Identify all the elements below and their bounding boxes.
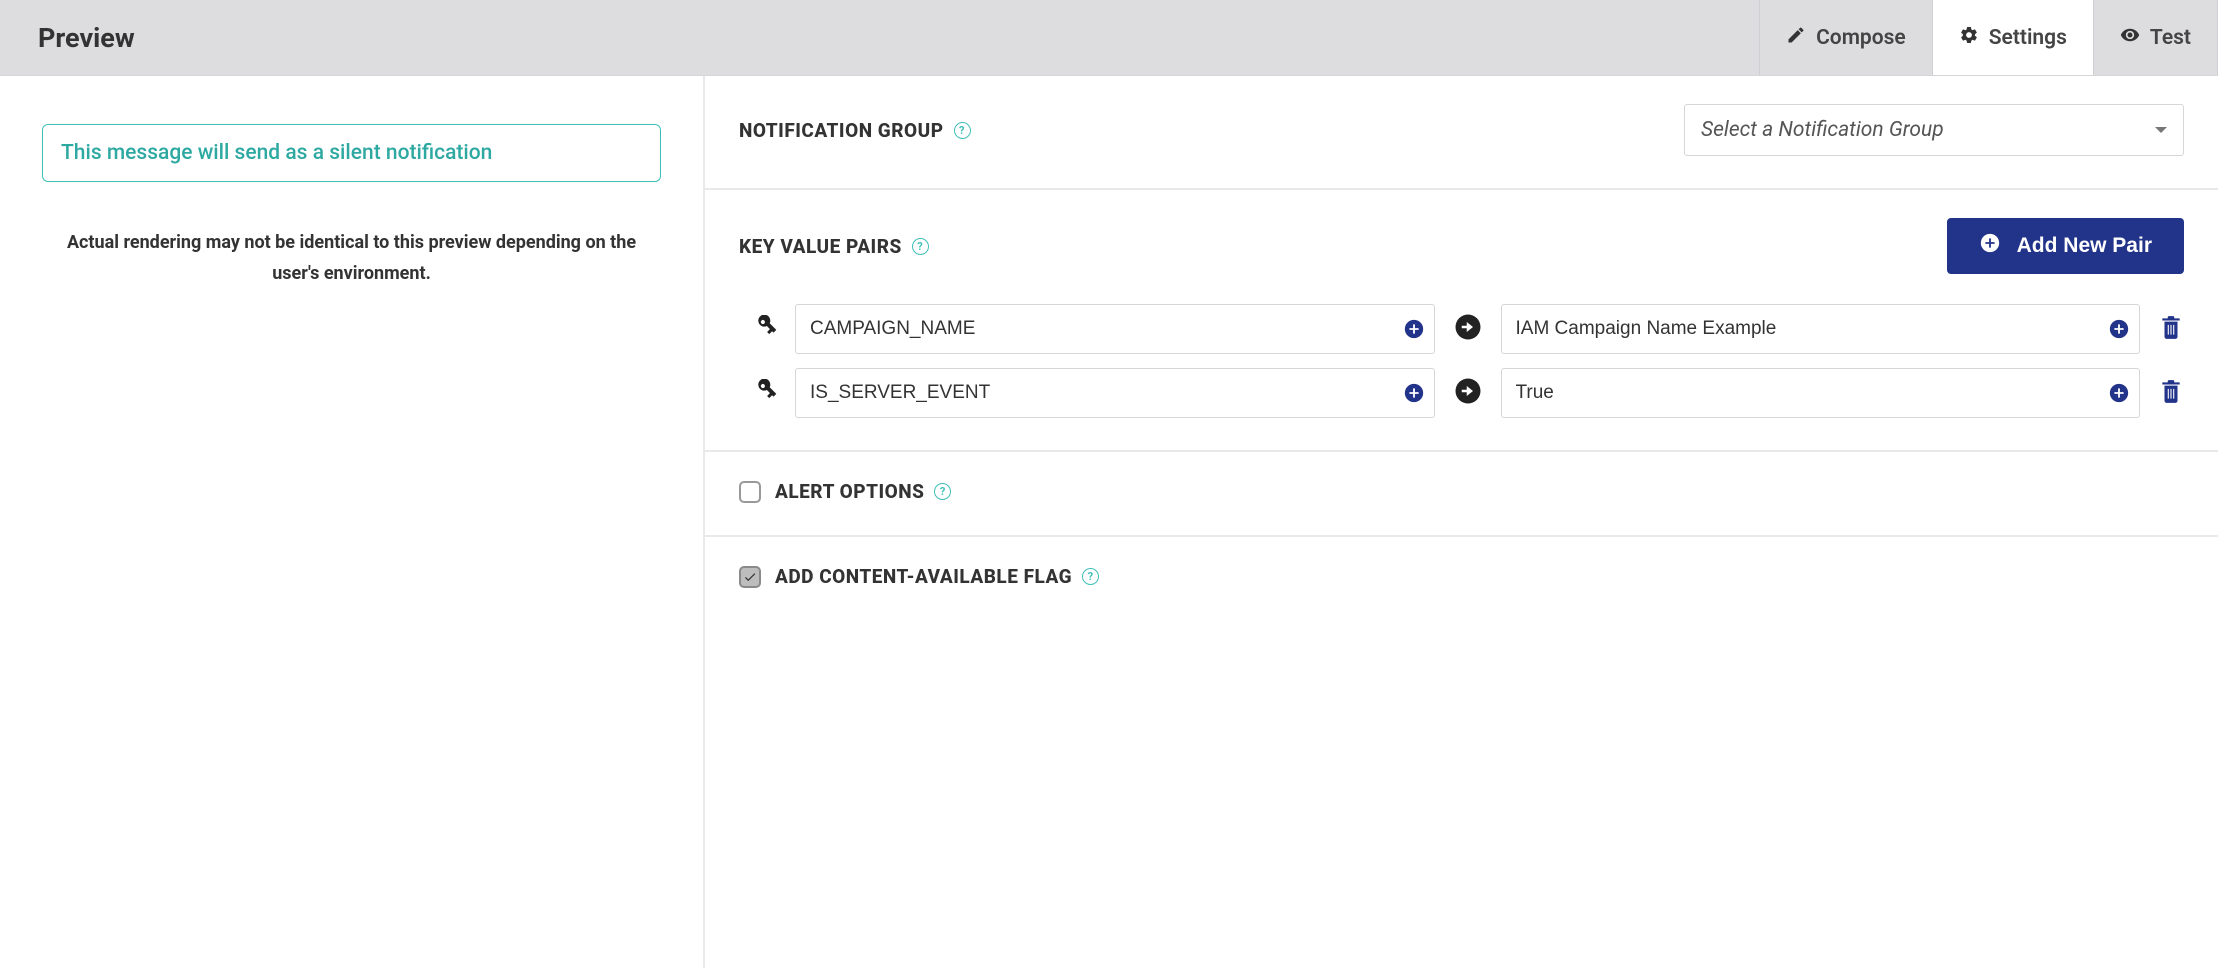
page-title: Preview: [0, 0, 1760, 75]
kvp-row: [739, 304, 2184, 354]
notification-group-select[interactable]: Select a Notification Group: [1684, 104, 2184, 156]
delete-pair-button[interactable]: [2158, 313, 2184, 345]
alert-options-checkbox[interactable]: [739, 481, 761, 503]
help-icon[interactable]: ?: [934, 483, 951, 500]
kvp-row: [739, 368, 2184, 418]
preview-panel: This message will send as a silent notif…: [0, 76, 705, 968]
help-icon[interactable]: ?: [912, 238, 929, 255]
topbar: Preview Compose Settings Test: [0, 0, 2218, 76]
content-available-label: ADD CONTENT-AVAILABLE FLAG ?: [775, 565, 1099, 588]
plus-circle-icon: [1979, 232, 2001, 260]
help-icon[interactable]: ?: [1082, 568, 1099, 585]
kvp-label: KEY VALUE PAIRS ?: [739, 235, 929, 258]
gear-icon: [1959, 25, 1979, 51]
plus-circle-icon[interactable]: [1403, 318, 1425, 340]
alert-options-section: ALERT OPTIONS ?: [705, 452, 2218, 537]
plus-circle-icon[interactable]: [2108, 318, 2130, 340]
add-new-pair-button[interactable]: Add New Pair: [1947, 218, 2184, 274]
content-available-label-text: ADD CONTENT-AVAILABLE FLAG: [775, 565, 1072, 588]
arrow-right-circle-icon: [1453, 312, 1483, 346]
kvp-value-input[interactable]: [1501, 304, 2141, 354]
kvp-label-text: KEY VALUE PAIRS: [739, 235, 902, 258]
kvp-key-input[interactable]: [795, 368, 1435, 418]
tab-test-label: Test: [2150, 26, 2191, 50]
delete-pair-button[interactable]: [2158, 377, 2184, 409]
add-new-pair-label: Add New Pair: [2017, 234, 2152, 258]
kvp-list: [739, 304, 2184, 418]
plus-circle-icon[interactable]: [1403, 382, 1425, 404]
silent-notification-banner: This message will send as a silent notif…: [42, 124, 661, 182]
notification-group-section: NOTIFICATION GROUP ? Select a Notificati…: [705, 76, 2218, 190]
notification-group-label: NOTIFICATION GROUP ?: [739, 119, 971, 142]
kvp-key-input[interactable]: [795, 304, 1435, 354]
content: This message will send as a silent notif…: [0, 76, 2218, 968]
tab-test[interactable]: Test: [2093, 0, 2218, 75]
notification-group-label-text: NOTIFICATION GROUP: [739, 119, 944, 142]
settings-panel: NOTIFICATION GROUP ? Select a Notificati…: [705, 76, 2218, 968]
key-icon: [753, 379, 777, 407]
pencil-icon: [1786, 25, 1806, 51]
arrow-right-circle-icon: [1453, 376, 1483, 410]
tab-settings-label: Settings: [1989, 26, 2067, 50]
tabs: Compose Settings Test: [1760, 0, 2218, 75]
notification-group-placeholder: Select a Notification Group: [1701, 118, 1944, 142]
key-icon: [753, 315, 777, 343]
tab-compose[interactable]: Compose: [1759, 0, 1933, 75]
kvp-value-input[interactable]: [1501, 368, 2141, 418]
content-available-section: ADD CONTENT-AVAILABLE FLAG ?: [705, 537, 2218, 620]
chevron-down-icon: [2155, 127, 2167, 133]
tab-settings[interactable]: Settings: [1932, 0, 2094, 75]
render-disclaimer: Actual rendering may not be identical to…: [42, 228, 661, 289]
key-value-pairs-section: KEY VALUE PAIRS ? Add New Pair: [705, 190, 2218, 452]
plus-circle-icon[interactable]: [2108, 382, 2130, 404]
tab-compose-label: Compose: [1816, 26, 1906, 50]
content-available-checkbox[interactable]: [739, 566, 761, 588]
alert-options-label: ALERT OPTIONS ?: [775, 480, 951, 503]
eye-icon: [2120, 25, 2140, 51]
help-icon[interactable]: ?: [954, 122, 971, 139]
alert-options-label-text: ALERT OPTIONS: [775, 480, 924, 503]
